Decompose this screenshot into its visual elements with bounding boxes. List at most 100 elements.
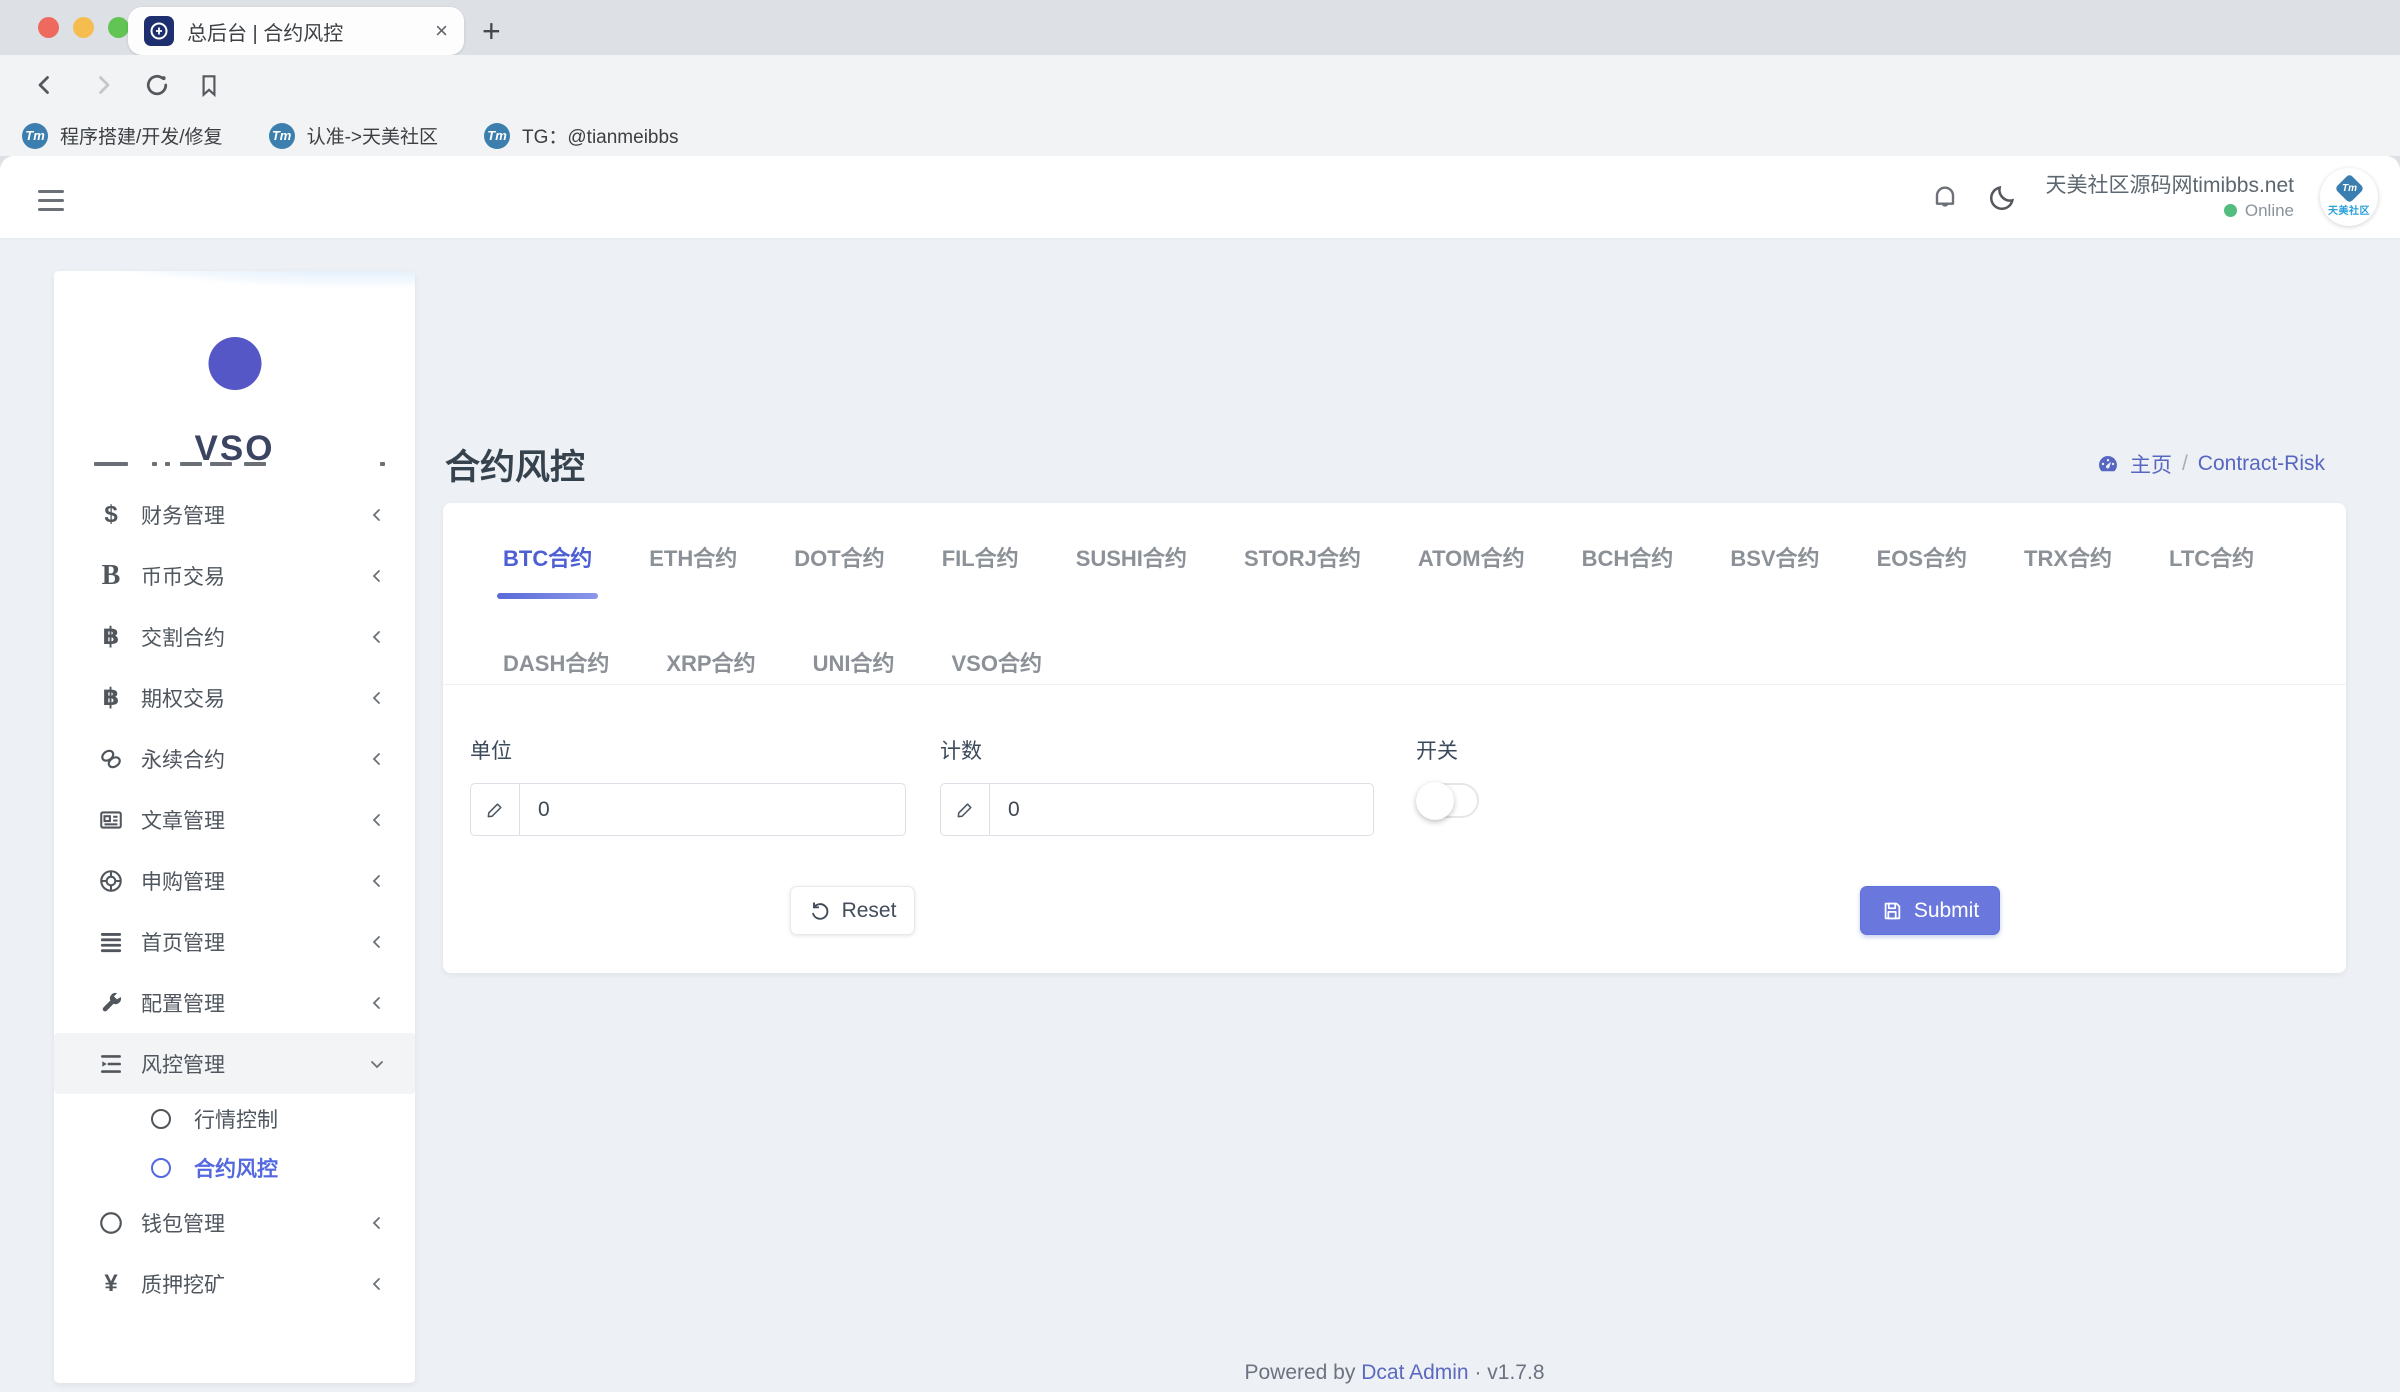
dcat-admin-link[interactable]: Dcat Admin [1361, 1361, 1468, 1384]
breadcrumb-home-link[interactable]: 主页 [2130, 449, 2172, 479]
sidebar-item-wallet[interactable]: 钱包管理 [54, 1192, 415, 1253]
chain-link-icon [94, 746, 128, 772]
switch-knob[interactable] [1416, 782, 1454, 820]
tab-xrp[interactable]: XRP合约 [666, 646, 755, 704]
sidebar-item-perpetual-contract[interactable]: 永续合约 [54, 728, 415, 789]
yen-icon: ¥ [94, 1272, 128, 1296]
sidebar-item-options-trade[interactable]: ฿ 期权交易 [54, 667, 415, 728]
tab-eth[interactable]: ETH合约 [649, 541, 737, 599]
page-title: 合约风控 [445, 439, 585, 490]
stream-list-icon [94, 1051, 128, 1077]
bookmark-label: 程序搭建/开发/修复 [60, 122, 223, 149]
bitcoin-icon: ฿ [94, 625, 128, 649]
tab-vso[interactable]: VSO合约 [951, 646, 1041, 704]
browser-toolbar: https://jys111.timibbs.vip/timibbs/contr… [0, 55, 2400, 115]
tab-storj[interactable]: STORJ合约 [1244, 541, 1361, 599]
browser-tab-strip: 总后台 | 合约风控 × + [0, 0, 2400, 55]
submit-button[interactable]: Submit [1860, 886, 2000, 935]
sidebar: VSO $ 财务管理 B 币币交易 ฿ 交割合约 ฿ [54, 271, 415, 1383]
avatar-logo-icon: Tm [2334, 173, 2364, 203]
bookmark-label: 认准->天美社区 [307, 122, 438, 149]
version-label: v1.7.8 [1487, 1361, 1544, 1384]
dark-mode-moon-icon[interactable] [1987, 181, 2019, 213]
new-tab-button[interactable]: + [482, 15, 501, 47]
tab-trx[interactable]: TRX合约 [2024, 541, 2112, 599]
tab-btc[interactable]: BTC合约 [503, 541, 592, 599]
minimize-window-button[interactable] [73, 17, 94, 38]
tab-ltc[interactable]: LTC合约 [2169, 541, 2254, 599]
chevron-left-icon [369, 507, 385, 523]
bookmark-favicon: Tm [484, 123, 510, 149]
chevron-left-icon [369, 812, 385, 828]
reset-button[interactable]: Reset [790, 886, 915, 935]
sidebar-item-subscription[interactable]: 申购管理 [54, 850, 415, 911]
chevron-left-icon [369, 1215, 385, 1231]
online-status-dot [2224, 204, 2237, 217]
bookmark-icon[interactable] [196, 72, 222, 98]
chevron-left-icon [369, 751, 385, 767]
sidebar-item-finance[interactable]: $ 财务管理 [54, 484, 415, 545]
sidebar-item-coin-trade[interactable]: B 币币交易 [54, 545, 415, 606]
back-icon[interactable] [30, 70, 60, 100]
chevron-left-icon [369, 629, 385, 645]
count-input[interactable] [990, 784, 1373, 835]
tab-atom[interactable]: ATOM合约 [1418, 541, 1525, 599]
sidebar-item-clipped[interactable] [54, 450, 415, 484]
chevron-left-icon [369, 568, 385, 584]
sidebar-item-risk-management[interactable]: 风控管理 [54, 1033, 415, 1094]
switch-label: 开关 [1416, 735, 1479, 765]
tab-fil[interactable]: FIL合约 [942, 541, 1019, 599]
count-label: 计数 [940, 735, 1374, 765]
switch-toggle[interactable] [1416, 783, 1479, 818]
bookmark-label: TG：@tianmeibbs [522, 122, 679, 149]
admin-header: 天美社区源码网timibbs.net Online Tm 天美社区 [0, 156, 2400, 238]
avatar[interactable]: Tm 天美社区 [2320, 168, 2378, 226]
chevron-left-icon [369, 873, 385, 889]
maximize-window-button[interactable] [108, 17, 129, 38]
unit-label: 单位 [470, 735, 906, 765]
sidebar-item-staking[interactable]: ¥ 质押挖矿 [54, 1253, 415, 1314]
user-info[interactable]: 天美社区源码网timibbs.net Online [2045, 173, 2294, 221]
avatar-caption: 天美社区 [2328, 202, 2370, 217]
tab-dash[interactable]: DASH合约 [503, 646, 609, 704]
tab-favicon-icon [144, 16, 174, 46]
bookmark-item[interactable]: Tm 程序搭建/开发/修复 [22, 122, 223, 149]
unit-input[interactable] [520, 784, 905, 835]
bookmark-item[interactable]: Tm 认准->天美社区 [269, 122, 438, 149]
sidebar-item-articles[interactable]: 文章管理 [54, 789, 415, 850]
reload-icon[interactable] [142, 70, 172, 100]
sidebar-toggle-icon[interactable] [38, 184, 64, 217]
online-status-label: Online [2245, 200, 2294, 221]
forward-icon[interactable] [88, 70, 118, 100]
notifications-bell-icon[interactable] [1929, 181, 1961, 213]
contract-tabs: BTC合约 ETH合约 DOT合约 FIL合约 SUSHI合约 STORJ合约 … [503, 541, 2286, 704]
list-lines-icon [94, 929, 128, 955]
vso-logo-icon [208, 337, 261, 390]
tab-dot[interactable]: DOT合约 [794, 541, 884, 599]
bookmark-favicon: Tm [269, 123, 295, 149]
tab-bch[interactable]: BCH合约 [1582, 541, 1674, 599]
sidebar-menu: $ 财务管理 B 币币交易 ฿ 交割合约 ฿ 期权交易 永续合 [54, 450, 415, 1314]
sidebar-subitem-market-control[interactable]: 行情控制 [54, 1094, 415, 1143]
site-name: 天美社区源码网timibbs.net [2045, 173, 2294, 199]
tab-eos[interactable]: EOS合约 [1877, 541, 1967, 599]
bookmark-item[interactable]: Tm TG：@tianmeibbs [484, 122, 679, 149]
newspaper-icon [94, 807, 128, 833]
sidebar-item-homepage[interactable]: 首页管理 [54, 911, 415, 972]
sidebar-item-delivery-contract[interactable]: ฿ 交割合约 [54, 606, 415, 667]
chevron-left-icon [369, 995, 385, 1011]
bitcoin-icon: ฿ [94, 686, 128, 710]
sidebar-subitem-contract-risk[interactable]: 合约风控 [54, 1143, 415, 1192]
sidebar-item-config[interactable]: 配置管理 [54, 972, 415, 1033]
circle-icon [144, 1108, 178, 1130]
breadcrumb-current[interactable]: Contract-Risk [2198, 452, 2325, 476]
close-window-button[interactable] [38, 17, 59, 38]
tab-sushi[interactable]: SUSHI合约 [1076, 541, 1187, 599]
chevron-left-icon [369, 934, 385, 950]
browser-tab[interactable]: 总后台 | 合约风控 × [128, 7, 464, 55]
tab-bsv[interactable]: BSV合约 [1730, 541, 1819, 599]
window-controls[interactable] [38, 17, 129, 38]
tab-uni[interactable]: UNI合约 [813, 646, 895, 704]
tab-close-icon[interactable]: × [435, 20, 448, 42]
lifebuoy-icon [94, 868, 128, 894]
